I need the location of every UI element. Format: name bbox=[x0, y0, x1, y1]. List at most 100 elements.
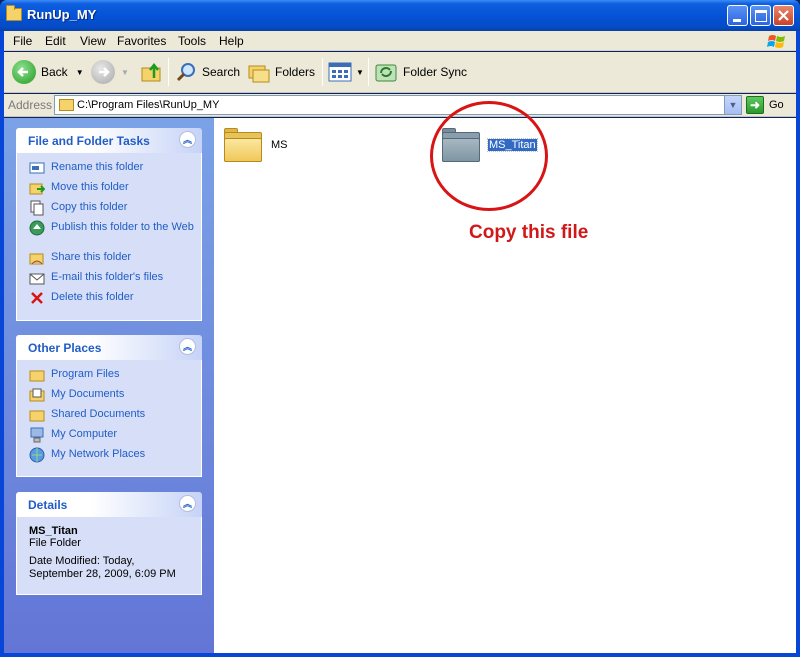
panel-title: Other Places bbox=[28, 341, 102, 355]
rename-icon bbox=[29, 162, 45, 174]
task-label: E-mail this folder's files bbox=[51, 271, 164, 283]
menu-view[interactable]: View bbox=[80, 34, 106, 48]
views-icon bbox=[328, 62, 352, 82]
task-label: Move this folder bbox=[51, 181, 129, 193]
close-button[interactable] bbox=[773, 5, 794, 26]
task-rename-folder[interactable]: Rename this folder bbox=[29, 161, 195, 181]
folder-icon bbox=[29, 370, 45, 382]
folder-label-ms[interactable]: MS bbox=[271, 139, 288, 151]
place-my-documents[interactable]: My Documents bbox=[29, 388, 195, 408]
email-icon bbox=[29, 273, 45, 285]
place-label: My Documents bbox=[51, 388, 125, 400]
toolbar-separator bbox=[322, 58, 323, 86]
close-icon bbox=[778, 10, 789, 21]
task-label: Delete this folder bbox=[51, 291, 134, 303]
publish-icon bbox=[29, 220, 45, 236]
details-file-name: MS_Titan bbox=[29, 525, 78, 537]
panel-title: File and Folder Tasks bbox=[28, 134, 150, 148]
menu-tools[interactable]: Tools bbox=[178, 34, 206, 48]
place-my-network-places[interactable]: My Network Places bbox=[29, 447, 195, 468]
chevron-down-icon: ▼ bbox=[121, 67, 129, 77]
back-arrow-icon bbox=[12, 60, 36, 84]
menu-favorites[interactable]: Favorites bbox=[117, 34, 166, 48]
my-computer-icon bbox=[30, 427, 44, 443]
folders-button[interactable]: Folders bbox=[247, 58, 315, 86]
file-list-view[interactable]: MS MS_Titan Copy this file bbox=[214, 101, 796, 653]
place-label: My Network Places bbox=[51, 448, 146, 460]
maximize-button[interactable] bbox=[750, 5, 771, 26]
minimize-button[interactable] bbox=[727, 5, 748, 26]
task-copy-folder[interactable]: Copy this folder bbox=[29, 200, 195, 221]
collapse-icon[interactable]: ︽ bbox=[179, 338, 196, 355]
annotation-text: Copy this file bbox=[469, 222, 589, 243]
folder-sync-button[interactable]: Folder Sync bbox=[374, 58, 467, 86]
place-label: My Computer bbox=[51, 428, 118, 440]
details-panel: Details ︽ MS_Titan File Folder Date Modi… bbox=[16, 492, 202, 595]
file-folder-tasks-panel: File and Folder Tasks ︽ Rename this fold… bbox=[16, 128, 202, 321]
chevron-down-icon[interactable]: ▼ bbox=[76, 68, 84, 77]
title-bar[interactable]: RunUp_MY bbox=[0, 0, 800, 31]
share-icon bbox=[29, 253, 44, 265]
window-border bbox=[796, 31, 800, 657]
details-date-value: September 28, 2009, 6:09 PM bbox=[29, 568, 176, 580]
task-publish-folder[interactable]: Publish this folder to the Web bbox=[29, 220, 195, 251]
panel-title: Details bbox=[28, 498, 68, 512]
go-button[interactable]: ➜ Go bbox=[746, 95, 784, 115]
move-icon bbox=[29, 183, 45, 195]
go-label: Go bbox=[769, 99, 784, 111]
forward-arrow-icon bbox=[91, 60, 115, 84]
panel-header[interactable]: File and Folder Tasks ︽ bbox=[16, 128, 202, 153]
views-button[interactable]: ▼ bbox=[328, 58, 364, 86]
back-button[interactable]: Back ▼ bbox=[12, 58, 84, 86]
menu-bar: File Edit View Favorites Tools Help bbox=[4, 31, 796, 51]
panel-header[interactable]: Other Places ︽ bbox=[16, 335, 202, 360]
my-documents-icon bbox=[29, 388, 45, 402]
chevron-down-icon[interactable]: ▼ bbox=[724, 96, 741, 114]
copy-icon bbox=[30, 200, 44, 216]
panel-body: Program Files My Documents Shared Docume… bbox=[16, 360, 202, 477]
menu-edit[interactable]: Edit bbox=[45, 34, 66, 48]
address-label: Address bbox=[8, 98, 53, 112]
folder-icon bbox=[224, 138, 262, 162]
search-icon bbox=[176, 63, 195, 82]
place-my-computer[interactable]: My Computer bbox=[29, 427, 195, 448]
task-share-folder[interactable]: Share this folder bbox=[29, 251, 195, 271]
up-folder-button[interactable] bbox=[140, 58, 164, 86]
details-date-modified: Date Modified: Today, bbox=[29, 555, 135, 567]
task-move-folder[interactable]: Move this folder bbox=[29, 181, 195, 201]
collapse-icon[interactable]: ︽ bbox=[179, 131, 196, 148]
chevron-down-icon: ▼ bbox=[356, 67, 364, 77]
panel-body: MS_Titan File Folder Date Modified: Toda… bbox=[16, 517, 202, 595]
folder-ms[interactable] bbox=[224, 128, 262, 162]
address-path: C:\Program Files\RunUp_MY bbox=[77, 99, 220, 111]
collapse-icon[interactable]: ︽ bbox=[179, 495, 196, 512]
task-label: Publish this folder to the Web bbox=[51, 221, 194, 233]
address-input[interactable]: C:\Program Files\RunUp_MY ▼ bbox=[54, 95, 742, 115]
task-pane: File and Folder Tasks ︽ Rename this fold… bbox=[4, 118, 214, 653]
menu-file[interactable]: File bbox=[13, 34, 32, 48]
folder-icon bbox=[29, 410, 45, 422]
search-button[interactable]: Search bbox=[175, 58, 240, 86]
search-label: Search bbox=[202, 65, 241, 79]
windows-logo-icon bbox=[767, 35, 785, 48]
folder-icon bbox=[6, 5, 22, 21]
place-shared-documents[interactable]: Shared Documents bbox=[29, 408, 195, 428]
toolbar: Back ▼ ▼ Search Folders ▼ Folder Sync bbox=[4, 52, 796, 93]
back-label: Back bbox=[41, 65, 68, 79]
folder-icon bbox=[59, 99, 74, 111]
window-title: RunUp_MY bbox=[27, 7, 97, 22]
task-email-files[interactable]: E-mail this folder's files bbox=[29, 271, 195, 291]
explorer-window: RunUp_MY File Edit View Favorites Tools … bbox=[0, 0, 800, 657]
task-label: Rename this folder bbox=[51, 161, 144, 173]
details-file-type: File Folder bbox=[29, 537, 81, 549]
panel-header[interactable]: Details ︽ bbox=[16, 492, 202, 517]
task-delete-folder[interactable]: Delete this folder bbox=[29, 291, 195, 311]
network-icon bbox=[29, 447, 45, 463]
menu-help[interactable]: Help bbox=[219, 34, 244, 48]
folders-label: Folders bbox=[275, 65, 316, 79]
go-arrow-icon: ➜ bbox=[746, 96, 764, 114]
forward-button[interactable]: ▼ bbox=[91, 58, 129, 86]
folders-icon bbox=[248, 65, 270, 83]
place-program-files[interactable]: Program Files bbox=[29, 368, 195, 388]
delete-icon bbox=[31, 292, 43, 304]
